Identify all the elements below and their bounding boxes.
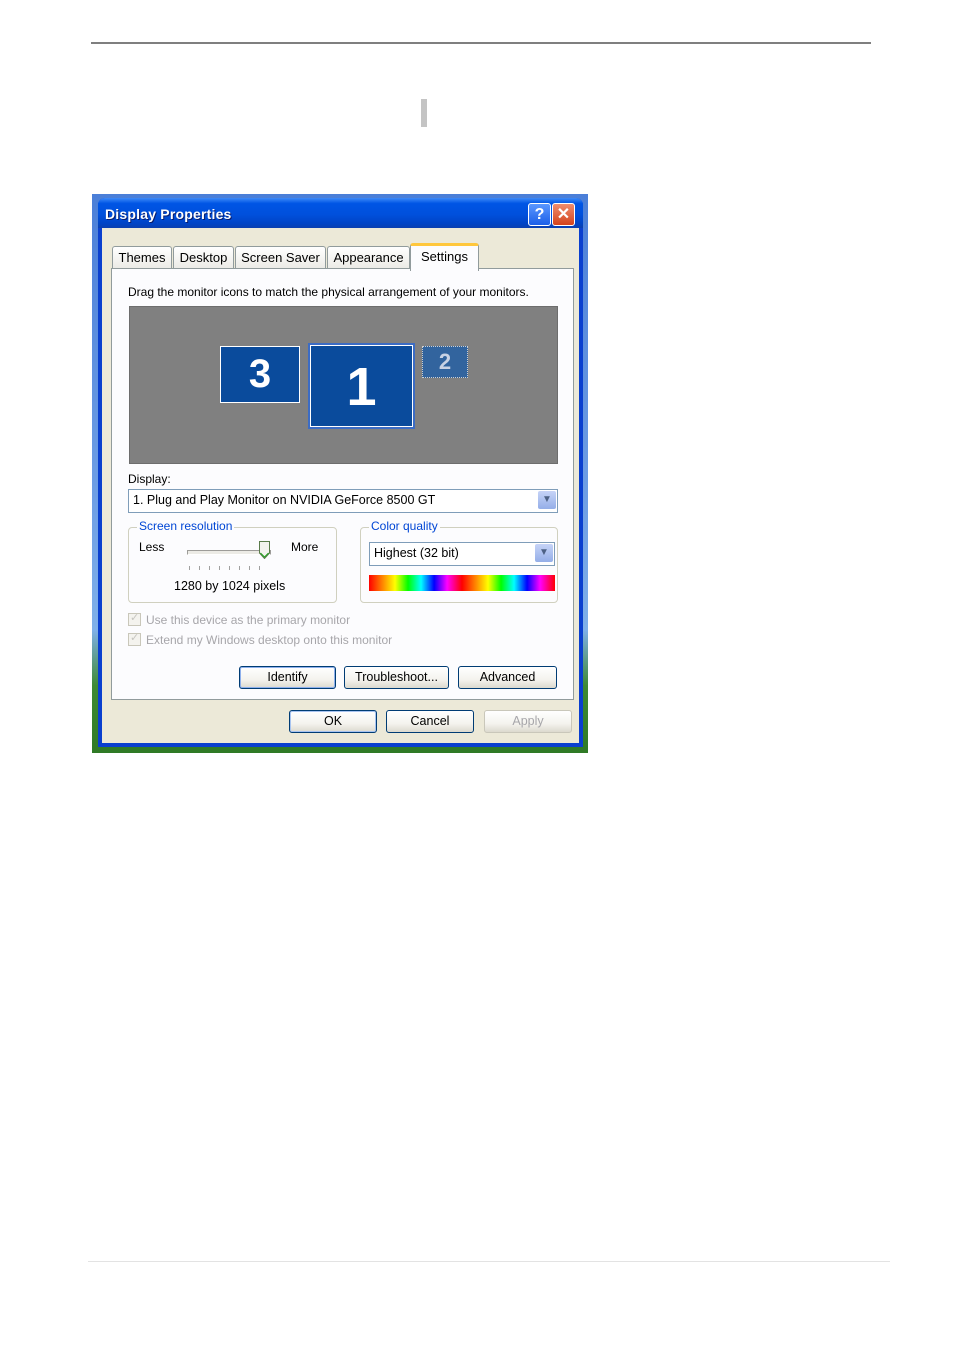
cancel-button[interactable]: Cancel bbox=[386, 710, 474, 733]
chevron-down-icon[interactable]: ▼ bbox=[535, 544, 553, 562]
color-quality-group: Color quality Highest (32 bit) ▼ bbox=[360, 519, 558, 603]
monitor-arrangement-area: 3 1 2 bbox=[129, 306, 558, 464]
tab-desktop[interactable]: Desktop bbox=[173, 246, 234, 268]
slider-less-label: Less bbox=[139, 540, 165, 554]
checkbox-box[interactable]: ✓ bbox=[128, 612, 141, 626]
monitor-arrangement-instruction: Drag the monitor icons to match the phys… bbox=[128, 285, 529, 299]
advanced-button[interactable]: Advanced bbox=[458, 666, 557, 689]
window-title: Display Properties bbox=[105, 206, 232, 222]
screen-resolution-group: Screen resolution Less More 1280 by 1024… bbox=[128, 519, 337, 603]
color-quality-legend: Color quality bbox=[369, 519, 440, 533]
display-dropdown-value: 1. Plug and Play Monitor on NVIDIA GeFor… bbox=[133, 493, 436, 507]
chevron-down-icon[interactable]: ▼ bbox=[538, 491, 556, 509]
check-icon: ✓ bbox=[130, 632, 140, 644]
tab-appearance[interactable]: Appearance bbox=[327, 246, 410, 268]
identify-button[interactable]: Identify bbox=[239, 666, 336, 689]
resolution-slider-ticks bbox=[189, 566, 269, 570]
page-bottom-rule bbox=[88, 1261, 890, 1262]
screenshot-figure: Display Properties ? ✕ Themes Desktop Sc… bbox=[92, 194, 588, 753]
help-button[interactable]: ? bbox=[528, 203, 551, 226]
tab-settings[interactable]: Settings bbox=[410, 243, 479, 271]
monitor-2-icon[interactable]: 2 bbox=[422, 346, 468, 378]
monitor-1-icon[interactable]: 1 bbox=[308, 343, 415, 429]
display-label: Display: bbox=[128, 472, 171, 486]
tab-themes[interactable]: Themes bbox=[112, 246, 172, 268]
display-dropdown[interactable]: 1. Plug and Play Monitor on NVIDIA GeFor… bbox=[128, 489, 558, 513]
close-icon: ✕ bbox=[556, 206, 571, 223]
display-properties-window: Display Properties ? ✕ Themes Desktop Sc… bbox=[98, 198, 583, 747]
resolution-slider-thumb[interactable] bbox=[259, 541, 270, 559]
ok-button[interactable]: OK bbox=[289, 710, 377, 733]
monitor-3-icon[interactable]: 3 bbox=[220, 346, 300, 403]
dialog-client-area: Themes Desktop Screen Saver Appearance S… bbox=[102, 228, 579, 743]
troubleshoot-button[interactable]: Troubleshoot... bbox=[344, 666, 449, 689]
extend-desktop-label: Extend my Windows desktop onto this moni… bbox=[146, 633, 393, 647]
color-spectrum-bar bbox=[369, 575, 555, 591]
color-quality-value: Highest (32 bit) bbox=[374, 546, 459, 560]
apply-button[interactable]: Apply bbox=[484, 710, 572, 733]
close-button[interactable]: ✕ bbox=[552, 203, 575, 226]
page-top-rule bbox=[91, 42, 871, 44]
tab-screen-saver[interactable]: Screen Saver bbox=[235, 246, 326, 268]
settings-panel: Drag the monitor icons to match the phys… bbox=[111, 268, 574, 700]
check-icon: ✓ bbox=[130, 612, 140, 624]
checkbox-box[interactable]: ✓ bbox=[128, 632, 141, 646]
primary-monitor-checkbox[interactable]: ✓ Use this device as the primary monitor bbox=[128, 612, 351, 627]
color-quality-dropdown[interactable]: Highest (32 bit) ▼ bbox=[369, 542, 555, 566]
text-cursor-mark bbox=[421, 99, 427, 127]
resolution-value: 1280 by 1024 pixels bbox=[174, 579, 286, 593]
primary-monitor-label: Use this device as the primary monitor bbox=[146, 613, 351, 627]
slider-more-label: More bbox=[291, 540, 319, 554]
extend-desktop-checkbox[interactable]: ✓ Extend my Windows desktop onto this mon… bbox=[128, 632, 393, 647]
screen-resolution-legend: Screen resolution bbox=[137, 519, 235, 533]
help-icon: ? bbox=[534, 206, 545, 223]
title-bar[interactable]: Display Properties ? ✕ bbox=[98, 198, 583, 228]
